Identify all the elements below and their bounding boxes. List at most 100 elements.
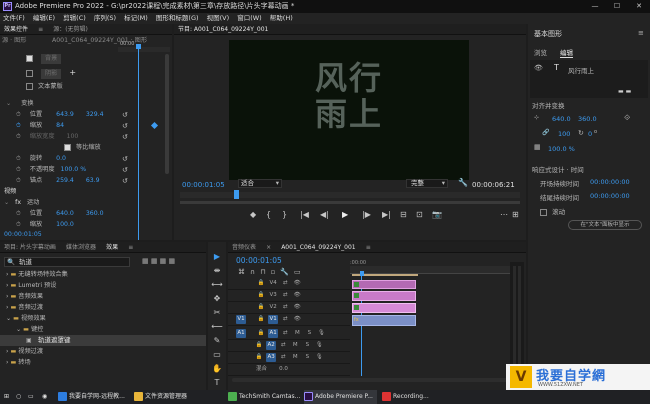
lock-icon[interactable]: 🔒 bbox=[256, 279, 266, 288]
lift-button[interactable]: ⊟ bbox=[400, 210, 407, 219]
mute-button[interactable]: M bbox=[290, 353, 300, 362]
effect-controls-menu-icon[interactable]: ≡ bbox=[34, 24, 47, 34]
timeline-menu-icon[interactable]: ≡ bbox=[362, 242, 375, 252]
button-editor-icon[interactable]: ⊞ bbox=[512, 210, 519, 219]
effect-controls-scrollbar[interactable] bbox=[165, 54, 169, 174]
lock-icon[interactable]: 🔒 bbox=[256, 303, 266, 312]
razor-tool-icon[interactable]: ✂ bbox=[208, 308, 226, 317]
taskbar-item-recording[interactable]: Recording... bbox=[382, 390, 429, 404]
mic-icon[interactable]: 🎙 bbox=[314, 341, 324, 350]
tree-item[interactable]: › ▬ Lumetri 预设 bbox=[6, 281, 56, 291]
roll-checkbox[interactable] bbox=[540, 208, 547, 216]
taskbar-item-remote[interactable]: 我要自学网-远程教... bbox=[58, 390, 125, 404]
rotation-value[interactable]: 0.0 bbox=[56, 155, 66, 162]
program-timecode[interactable]: 00:00:01:05 bbox=[182, 180, 225, 190]
effects-search-input[interactable]: 轨道 bbox=[19, 258, 32, 266]
tree-item[interactable]: ⌄ ▬ 视频效果 bbox=[6, 314, 46, 324]
program-playhead[interactable] bbox=[234, 190, 239, 199]
track-label[interactable]: V2 bbox=[268, 303, 278, 312]
hand-tool-icon[interactable]: ✋ bbox=[208, 364, 226, 373]
selection-tool-icon[interactable]: ▶ bbox=[208, 252, 226, 261]
reset-icon[interactable]: ↺ bbox=[122, 132, 128, 143]
go-to-in-button[interactable]: |◀ bbox=[300, 210, 309, 219]
layer-checkbox[interactable] bbox=[26, 69, 33, 77]
tree-item[interactable]: › ▬ 音频效果 bbox=[6, 292, 43, 302]
timeline-horizontal-scrollbar[interactable] bbox=[232, 378, 520, 382]
tree-item[interactable]: ⌄ ▬ 键控 bbox=[16, 325, 43, 335]
zoom-scrollbar[interactable] bbox=[180, 201, 520, 204]
timeline-timecode[interactable]: 00:00:01:05 bbox=[236, 256, 282, 266]
timeline-tool-icons[interactable]: ⌘∩⊓▫🔧▭ bbox=[238, 268, 306, 276]
edge-icon[interactable]: ◉ bbox=[42, 390, 47, 404]
slip-tool-icon[interactable]: ⟵ bbox=[208, 322, 226, 331]
sync-lock-icon[interactable]: ⇄ bbox=[280, 303, 290, 312]
clip-v2[interactable] bbox=[352, 303, 416, 313]
effect-controls-timecode[interactable]: 00:00:01:05 bbox=[4, 230, 42, 240]
mute-button[interactable]: M bbox=[290, 341, 300, 350]
stopwatch-icon[interactable]: ⏱ bbox=[16, 210, 21, 217]
mini-playhead[interactable] bbox=[138, 44, 139, 240]
mini-playhead-handle[interactable] bbox=[136, 44, 141, 49]
scale-value[interactable]: 84 bbox=[56, 122, 64, 129]
sync-lock-icon[interactable]: ⇄ bbox=[278, 353, 288, 362]
menu-clip[interactable]: 剪辑(C) bbox=[60, 13, 89, 24]
export-frame-button[interactable]: 📷 bbox=[432, 210, 442, 219]
mini-timeline-ruler[interactable] bbox=[118, 47, 170, 52]
position-x-value[interactable]: 643.9 bbox=[56, 111, 74, 118]
eg-scale-value[interactable]: 100 bbox=[558, 130, 570, 138]
tree-item[interactable]: › ▬ 视频过渡 bbox=[6, 347, 43, 357]
menu-help[interactable]: 帮助(H) bbox=[267, 13, 296, 24]
keyframe-marker[interactable] bbox=[150, 121, 159, 130]
time-ruler[interactable] bbox=[350, 266, 520, 274]
more-options-button[interactable]: ⋯ bbox=[500, 210, 508, 219]
tab-source[interactable]: 源：(无剪辑) bbox=[49, 24, 92, 34]
stopwatch-icon[interactable]: ⏱ bbox=[16, 166, 21, 173]
program-scrub-bar[interactable] bbox=[180, 192, 520, 198]
taskbar-item-premiere[interactable]: Adobe Premiere P... bbox=[304, 390, 377, 404]
fit-dropdown[interactable]: 适合 ▾ bbox=[238, 179, 282, 188]
play-button[interactable]: ▶ bbox=[342, 210, 348, 219]
effects-search-box[interactable]: 🔍 轨道 bbox=[4, 257, 130, 267]
mic-icon[interactable]: 🎙 bbox=[314, 353, 324, 362]
minimize-button[interactable]: — bbox=[584, 0, 606, 13]
stopwatch-icon[interactable]: ⏱ bbox=[16, 221, 21, 228]
uniform-scale-checkbox[interactable] bbox=[64, 143, 71, 151]
menu-window[interactable]: 窗口(W) bbox=[234, 13, 265, 24]
taskbar-item-explorer[interactable]: 文件资源管理器 bbox=[134, 390, 187, 404]
tab-close-icon[interactable]: × bbox=[262, 242, 275, 252]
stopwatch-icon[interactable]: ⏱ bbox=[16, 111, 21, 118]
tree-item-selected[interactable]: ▣ 轨道遮罩键 bbox=[0, 335, 206, 346]
text-layer-label[interactable]: 风行雨上 bbox=[568, 65, 594, 75]
sync-lock-icon[interactable]: ⇄ bbox=[280, 329, 290, 338]
lock-icon[interactable]: 🔒 bbox=[254, 353, 264, 362]
stopwatch-icon[interactable]: ⏱ bbox=[16, 155, 21, 162]
video-frame[interactable]: 风行 雨上 bbox=[229, 40, 469, 180]
visibility-eye-icon[interactable]: 👁 bbox=[534, 64, 543, 72]
solo-button[interactable]: S bbox=[302, 353, 312, 362]
go-to-out-button[interactable]: ▶| bbox=[382, 210, 391, 219]
source-patch-a1[interactable]: A1 bbox=[236, 329, 246, 338]
track-target-a2[interactable]: A2 bbox=[266, 341, 277, 350]
step-forward-button[interactable]: |▶ bbox=[362, 210, 371, 219]
scale-lock-icon[interactable]: 🔗 bbox=[542, 129, 549, 136]
mark-in-button[interactable]: { bbox=[266, 210, 271, 219]
anchor-point-icon[interactable]: ⟐ bbox=[624, 113, 630, 123]
quality-dropdown[interactable]: 完整 ▾ bbox=[406, 179, 448, 188]
solo-button[interactable]: S bbox=[302, 341, 312, 350]
tree-item[interactable]: › ▬ 音频过渡 bbox=[6, 303, 43, 313]
type-tool-icon[interactable]: T bbox=[208, 378, 226, 387]
task-view-icon[interactable]: ▭ bbox=[28, 390, 34, 404]
add-marker-button[interactable]: ◆ bbox=[250, 210, 256, 219]
menu-view[interactable]: 视图(V) bbox=[204, 13, 233, 24]
lock-icon[interactable]: 🔒 bbox=[256, 315, 266, 324]
menu-sequence[interactable]: 序列(S) bbox=[91, 13, 119, 24]
filter-icons[interactable]: ▦ ▦ ▦ ▦ bbox=[142, 257, 175, 265]
menu-file[interactable]: 文件(F) bbox=[0, 13, 28, 24]
stopwatch-active-icon[interactable]: ⏱ bbox=[16, 122, 21, 129]
clip-v3[interactable] bbox=[352, 291, 416, 301]
reset-icon[interactable]: ↺ bbox=[122, 176, 128, 187]
lock-icon[interactable]: 🔒 bbox=[256, 291, 266, 300]
track-target-a3[interactable]: A3 bbox=[266, 353, 277, 362]
step-back-button[interactable]: ◀| bbox=[320, 210, 329, 219]
track-select-tool-icon[interactable]: ⇼ bbox=[208, 266, 226, 275]
